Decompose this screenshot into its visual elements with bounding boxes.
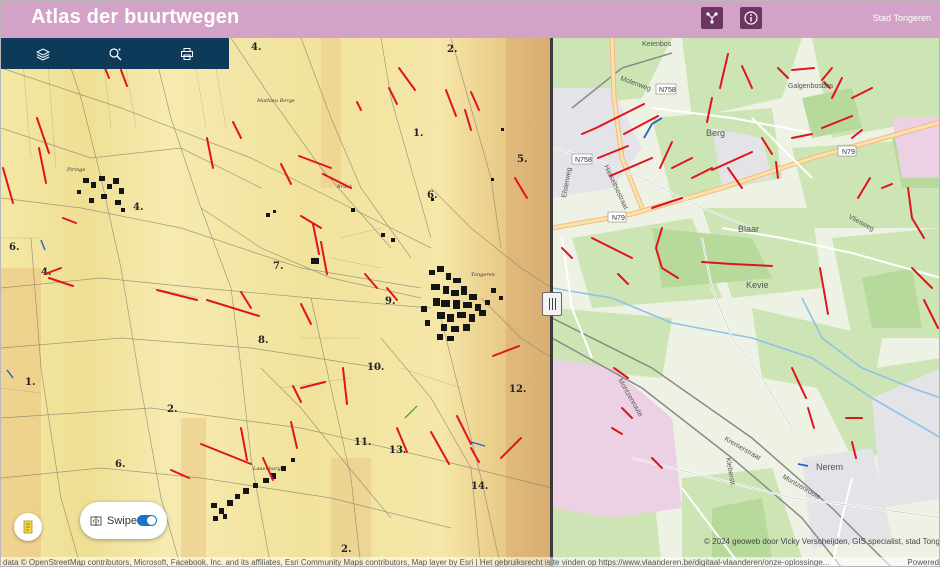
app-header: Atlas der buurtwegen Stad Tongeren xyxy=(1,1,939,38)
place-label: Nerem xyxy=(816,462,843,472)
search-icon xyxy=(109,47,122,60)
place-label: Kevie xyxy=(746,280,769,290)
road-shield: N758 xyxy=(655,83,677,95)
map-view[interactable]: 4. 4. 3. 2. 1. 5. 6. 7. 8. 9. 10. 11. 12… xyxy=(1,38,940,566)
svg-text:1.: 1. xyxy=(25,377,35,388)
svg-text:N758: N758 xyxy=(659,87,676,94)
search-button[interactable] xyxy=(85,38,145,69)
attribution-text[interactable]: data © OpenStreetMap contributors, Micro… xyxy=(3,558,829,566)
svg-text:2.: 2. xyxy=(447,44,457,55)
road-shield: N79 xyxy=(607,211,627,223)
road-shield: N758 xyxy=(571,153,593,165)
print-button[interactable] xyxy=(157,38,217,69)
place-label: Berg xyxy=(706,128,725,138)
svg-text:7.: 7. xyxy=(273,261,283,272)
svg-text:2.: 2. xyxy=(341,544,351,555)
svg-text:N79: N79 xyxy=(612,215,625,222)
svg-text:12.: 12. xyxy=(509,384,526,395)
svg-text:10.: 10. xyxy=(367,362,384,373)
swipe-label: Swipe xyxy=(107,514,137,527)
share-icon xyxy=(706,12,718,24)
historical-map-canvas: 4. 4. 3. 2. 1. 5. 6. 7. 8. 9. 10. 11. 12… xyxy=(1,38,552,566)
svg-text:4.: 4. xyxy=(251,42,261,53)
legend-icon xyxy=(23,520,33,534)
svg-text:11.: 11. xyxy=(354,437,371,448)
svg-text:N79: N79 xyxy=(842,149,855,156)
svg-text:5.: 5. xyxy=(517,154,527,165)
layers-icon xyxy=(36,47,50,61)
svg-text:6.: 6. xyxy=(427,190,437,201)
layers-button[interactable] xyxy=(13,38,73,69)
modern-topographic-map[interactable]: Berg Blaar Kevie Nerem Keienbos Galgenbo… xyxy=(552,38,939,566)
svg-text:1.: 1. xyxy=(413,128,423,139)
map-toolbar xyxy=(1,38,229,69)
place-label: Galgenbosbos xyxy=(788,83,834,90)
swipe-icon xyxy=(90,515,102,526)
svg-text:N758: N758 xyxy=(575,157,592,164)
info-button[interactable] xyxy=(740,7,762,29)
place-label: Keienbos xyxy=(642,41,672,48)
share-button[interactable] xyxy=(701,7,723,29)
made-by-credit: © 2024 geoweb door Vicky Verscheijden, G… xyxy=(704,537,940,546)
historical-atlas-map[interactable]: 4. 4. 3. 2. 1. 5. 6. 7. 8. 9. 10. 11. 12… xyxy=(1,38,552,566)
modern-map-canvas: Berg Blaar Kevie Nerem Keienbos Galgenbo… xyxy=(552,38,939,566)
swipe-toggle[interactable]: Swipe xyxy=(80,502,167,539)
place-label: Blaar xyxy=(738,224,759,234)
print-icon xyxy=(181,47,193,60)
svg-text:4.: 4. xyxy=(133,202,143,213)
swipe-switch[interactable] xyxy=(136,515,157,526)
powered-by[interactable]: Powered xyxy=(907,558,939,566)
app-title: Atlas der buurtwegen xyxy=(31,6,240,28)
organization-name: Stad Tongeren xyxy=(872,13,931,23)
road-shield: N79 xyxy=(837,145,857,157)
app-frame: Atlas der buurtwegen Stad Tongeren 4. 4.… xyxy=(0,0,940,567)
svg-text:6.: 6. xyxy=(9,242,19,253)
swipe-handle[interactable] xyxy=(542,292,562,316)
svg-text:Piringe: Piringe xyxy=(66,167,85,173)
legend-button[interactable] xyxy=(14,513,42,541)
svg-text:6.: 6. xyxy=(115,459,125,470)
svg-text:Mathieu Berge: Mathieu Berge xyxy=(256,98,295,104)
svg-text:14.: 14. xyxy=(471,481,488,492)
svg-text:Tongeren: Tongeren xyxy=(471,272,495,278)
svg-text:2.: 2. xyxy=(167,404,177,415)
info-icon xyxy=(744,11,758,25)
svg-text:8.: 8. xyxy=(258,335,268,346)
